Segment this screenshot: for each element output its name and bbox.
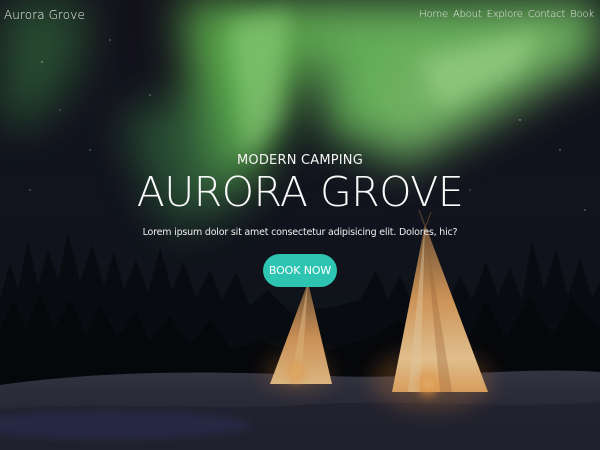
book-now-button[interactable]: BOOK NOW xyxy=(263,254,337,287)
nav-link-about[interactable]: About xyxy=(453,9,482,20)
nav-link-contact[interactable]: Contact xyxy=(528,9,566,20)
hero-content: MODERN CAMPING AURORA GROVE Lorem ipsum … xyxy=(0,153,600,287)
brand-logo-link[interactable]: Aurora Grove xyxy=(4,8,85,22)
top-navbar: Aurora Grove Home About Explore Contact … xyxy=(0,0,600,34)
nav-link-book[interactable]: Book xyxy=(570,9,594,20)
hero-eyebrow: MODERN CAMPING xyxy=(236,153,364,168)
hero-section: Aurora Grove Home About Explore Contact … xyxy=(0,0,600,450)
nav-link-home[interactable]: Home xyxy=(419,9,448,20)
hero-tagline: Lorem ipsum dolor sit amet consectetur a… xyxy=(142,227,458,238)
nav-link-explore[interactable]: Explore xyxy=(487,9,523,20)
hero-title: AURORA GROVE xyxy=(136,168,464,216)
nav-links: Home About Explore Contact Book xyxy=(419,9,594,20)
